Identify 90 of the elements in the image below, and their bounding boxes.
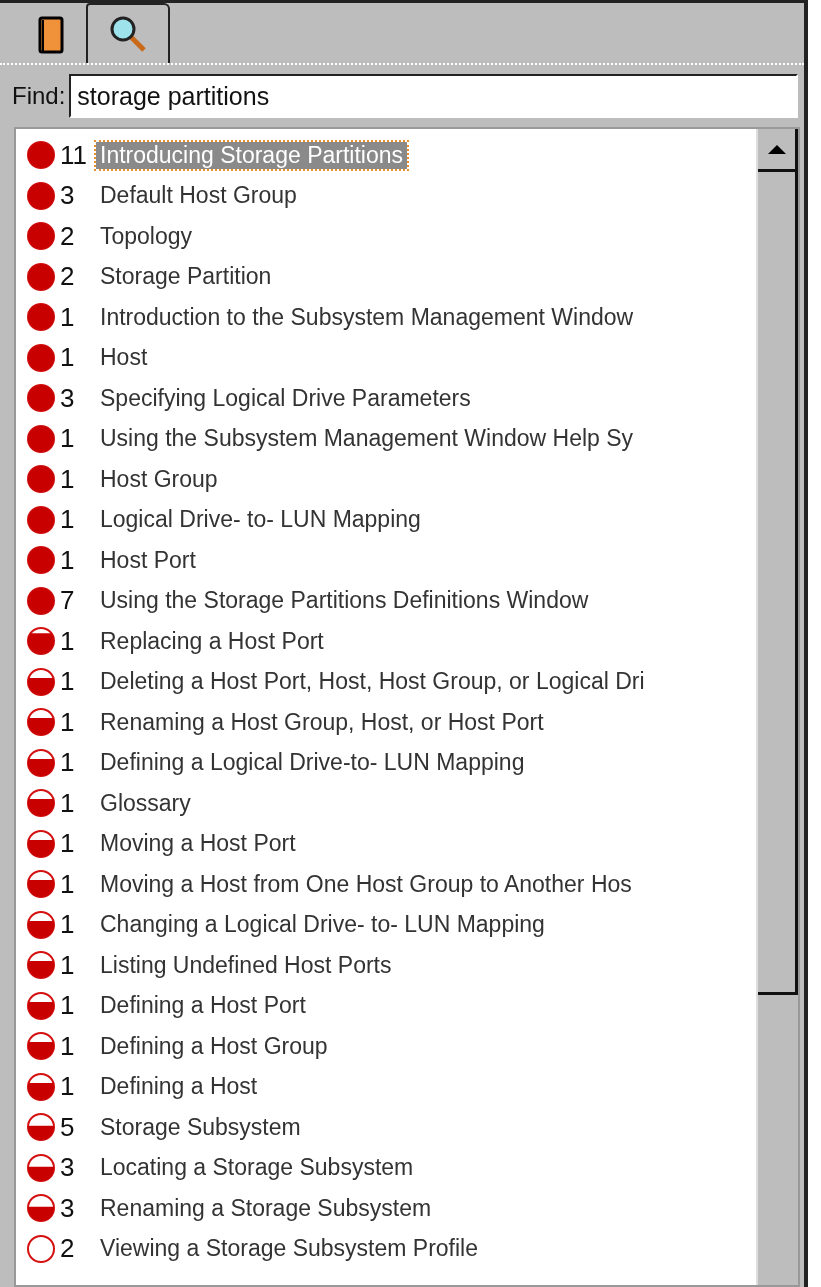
relevance-icon bbox=[26, 342, 56, 373]
relevance-icon bbox=[26, 423, 56, 454]
hit-count: 1 bbox=[60, 949, 76, 981]
hit-count: 1 bbox=[60, 1071, 76, 1103]
relevance-icon bbox=[26, 950, 56, 981]
hit-count: 3 bbox=[60, 1152, 76, 1184]
result-title[interactable]: Default Host Group bbox=[96, 182, 301, 210]
hit-count: 1 bbox=[60, 990, 76, 1022]
result-title[interactable]: Glossary bbox=[96, 789, 195, 817]
hit-count: 5 bbox=[60, 1111, 76, 1143]
result-title[interactable]: Host Group bbox=[96, 465, 222, 493]
hit-count: 1 bbox=[60, 625, 76, 657]
scroll-up-button[interactable] bbox=[758, 129, 798, 172]
hit-count: 1 bbox=[60, 504, 76, 536]
result-title[interactable]: Renaming a Storage Subsystem bbox=[96, 1194, 436, 1222]
relevance-icon bbox=[26, 180, 56, 211]
hit-count: 1 bbox=[60, 423, 76, 455]
result-title[interactable]: Locating a Storage Subsystem bbox=[96, 1154, 418, 1182]
hit-count: 2 bbox=[60, 1233, 76, 1265]
scroll-thumb[interactable] bbox=[758, 172, 798, 995]
relevance-icon bbox=[26, 221, 56, 252]
result-title[interactable]: Storage Partition bbox=[96, 263, 276, 291]
find-label: Find: bbox=[12, 82, 66, 110]
hit-count: 1 bbox=[60, 868, 76, 900]
result-title[interactable]: Introduction to the Subsystem Management Window bbox=[96, 303, 638, 331]
relevance-icon bbox=[26, 1152, 56, 1183]
hit-count: 1 bbox=[60, 747, 76, 779]
hit-count: 3 bbox=[60, 180, 76, 212]
scrollbar[interactable] bbox=[756, 129, 798, 1285]
relevance-icon bbox=[26, 464, 56, 495]
hit-count: 11 bbox=[60, 139, 88, 171]
hit-count: 1 bbox=[60, 909, 76, 941]
hit-count: 1 bbox=[60, 706, 76, 738]
result-title[interactable]: Renaming a Host Group, Host, or Host Port bbox=[96, 708, 548, 736]
relevance-icon bbox=[26, 990, 56, 1021]
relevance-icon bbox=[26, 1031, 56, 1062]
result-title[interactable]: Deleting a Host Port, Host, Host Group, or Logical Dri bbox=[96, 668, 649, 696]
result-title[interactable]: Using the Subsystem Management Window Help Sy bbox=[96, 425, 638, 453]
relevance-icon bbox=[26, 261, 56, 292]
result-title[interactable]: Changing a Logical Drive- to- LUN Mapping bbox=[96, 911, 549, 939]
result-title[interactable]: Viewing a Storage Subsystem Profile bbox=[96, 1235, 482, 1263]
result-title[interactable]: Moving a Host Port bbox=[96, 830, 300, 858]
hit-count: 1 bbox=[60, 666, 76, 698]
relevance-icon bbox=[26, 707, 56, 738]
relevance-icon bbox=[26, 1071, 56, 1102]
result-title[interactable]: Defining a Host Group bbox=[96, 1032, 332, 1060]
relevance-icon bbox=[26, 909, 56, 940]
hit-count: 1 bbox=[60, 1030, 76, 1062]
hit-count: 2 bbox=[60, 261, 76, 293]
relevance-icon bbox=[26, 504, 56, 535]
relevance-icon bbox=[26, 1112, 56, 1143]
result-title[interactable]: Logical Drive- to- LUN Mapping bbox=[96, 506, 425, 534]
result-title[interactable]: Storage Subsystem bbox=[96, 1113, 305, 1141]
hit-count: 3 bbox=[60, 382, 76, 414]
result-title[interactable]: Host Port bbox=[96, 546, 200, 574]
hit-count: 7 bbox=[60, 585, 76, 617]
relevance-icon bbox=[26, 869, 56, 900]
relevance-icon bbox=[26, 585, 56, 616]
relevance-icon bbox=[26, 545, 56, 576]
relevance-icon bbox=[26, 140, 56, 171]
hit-count: 1 bbox=[60, 342, 76, 374]
result-title[interactable]: Host bbox=[96, 344, 152, 372]
find-field[interactable]: storage partitions bbox=[69, 74, 798, 118]
relevance-icon bbox=[26, 828, 56, 859]
hit-count: 1 bbox=[60, 301, 76, 333]
relevance-icon bbox=[26, 1193, 56, 1224]
hit-count: 3 bbox=[60, 1192, 76, 1224]
hit-count: 1 bbox=[60, 787, 76, 819]
relevance-icon bbox=[26, 302, 56, 333]
hit-count: 1 bbox=[60, 463, 76, 495]
search-icon bbox=[108, 14, 148, 54]
relevance-icon bbox=[26, 747, 56, 778]
hit-count: 2 bbox=[60, 220, 76, 252]
result-title[interactable]: Defining a Logical Drive-to- LUN Mapping bbox=[96, 749, 529, 777]
result-title[interactable]: Defining a Host bbox=[96, 1073, 262, 1101]
result-title[interactable]: Specifying Logical Drive Parameters bbox=[96, 384, 475, 412]
search-tab[interactable] bbox=[86, 3, 170, 63]
hit-count: 1 bbox=[60, 828, 76, 860]
relevance-icon bbox=[26, 666, 56, 697]
relevance-icon bbox=[26, 626, 56, 657]
result-title[interactable]: Topology bbox=[96, 222, 197, 250]
relevance-icon bbox=[26, 1233, 56, 1264]
hit-count: 1 bbox=[60, 544, 76, 576]
result-title[interactable]: Listing Undefined Host Ports bbox=[96, 951, 396, 979]
result-title[interactable]: Replacing a Host Port bbox=[96, 627, 328, 655]
relevance-icon bbox=[26, 383, 56, 414]
result-title[interactable]: Moving a Host from One Host Group to Another Hos bbox=[96, 870, 636, 898]
result-title[interactable]: Defining a Host Port bbox=[96, 992, 310, 1020]
relevance-icon bbox=[26, 788, 56, 819]
result-title[interactable]: Using the Storage Partitions Definitions Window bbox=[96, 587, 593, 615]
